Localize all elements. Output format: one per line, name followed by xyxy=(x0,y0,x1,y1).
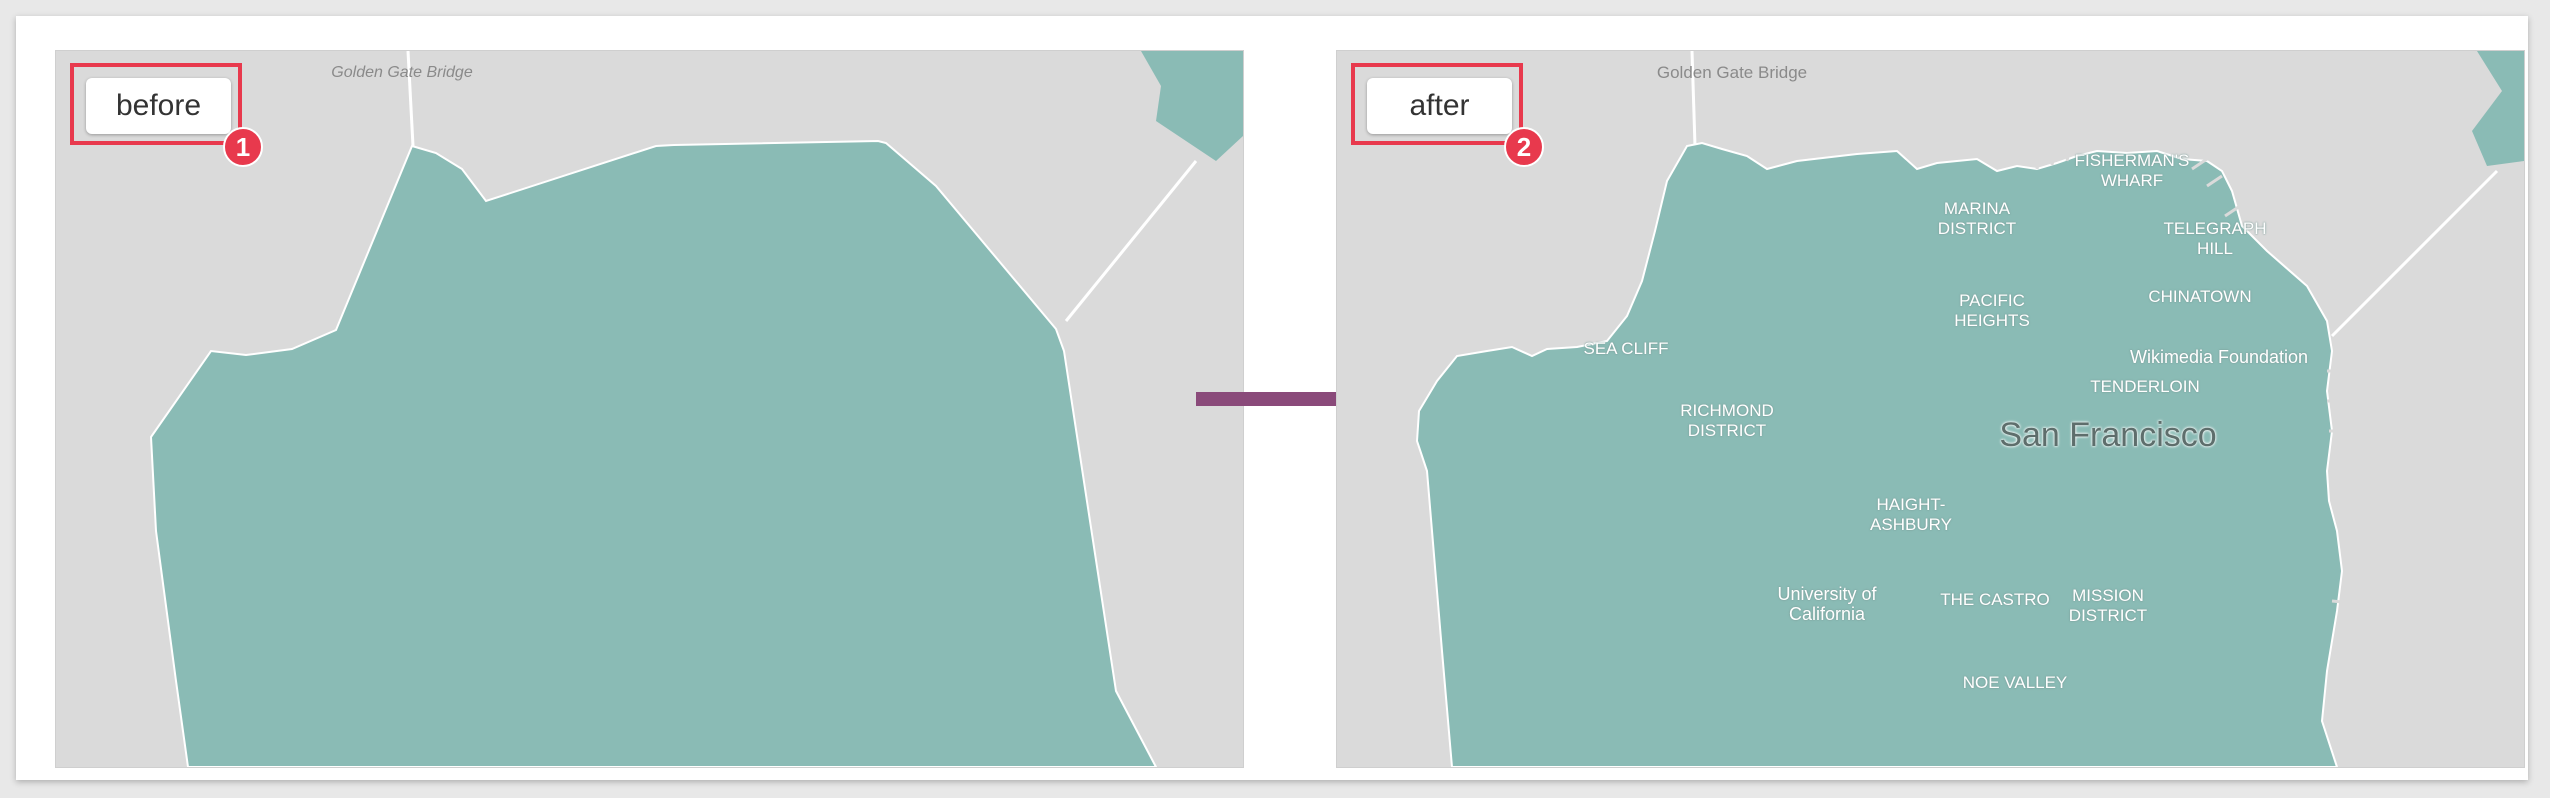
mission-district-label: MISSION DISTRICT xyxy=(2068,586,2148,625)
after-tag: after xyxy=(1367,78,1512,134)
step-badge-2: 2 xyxy=(1504,127,1544,167)
richmond-district-label: RICHMOND DISTRICT xyxy=(1680,401,1774,440)
noe-valley-label: NOE VALLEY xyxy=(1962,673,2068,692)
fishermans-wharf-label: FISHERMAN'S WHARF xyxy=(2074,151,2190,190)
golden-gate-bridge-label: Golden Gate Bridge xyxy=(1656,63,1808,82)
san-francisco-label: San Francisco xyxy=(1999,416,2217,454)
chinatown-label: CHINATOWN xyxy=(2148,287,2252,306)
the-castro-label: THE CASTRO xyxy=(1940,590,2050,609)
telegraph-hill-label: TELEGRAPH HILL xyxy=(2163,219,2267,258)
before-map-panel[interactable]: Golden Gate Bridge before 1 xyxy=(55,50,1244,768)
tenderloin-label: TENDERLOIN xyxy=(2090,377,2200,396)
golden-gate-bridge-label: Golden Gate Bridge xyxy=(331,64,473,81)
step-badge-1: 1 xyxy=(223,127,263,167)
haight-ashbury-label: HAIGHT- ASHBURY xyxy=(1870,495,1952,534)
before-tag: before xyxy=(86,78,231,134)
pacific-heights-label: PACIFIC HEIGHTS xyxy=(1954,291,2030,330)
after-map-panel[interactable]: Golden Gate Bridge FISHERMAN'S WHARF MAR… xyxy=(1336,50,2525,768)
ucsf-label: University of California xyxy=(1777,584,1877,624)
figure-sheet: Golden Gate Bridge before 1 Golden Gate … xyxy=(16,16,2528,780)
marina-district-label: MARINA DISTRICT xyxy=(1937,199,2017,238)
wikimedia-foundation-label: Wikimedia Foundation xyxy=(2129,347,2309,367)
sea-cliff-label: SEA CLIFF xyxy=(1583,339,1669,358)
